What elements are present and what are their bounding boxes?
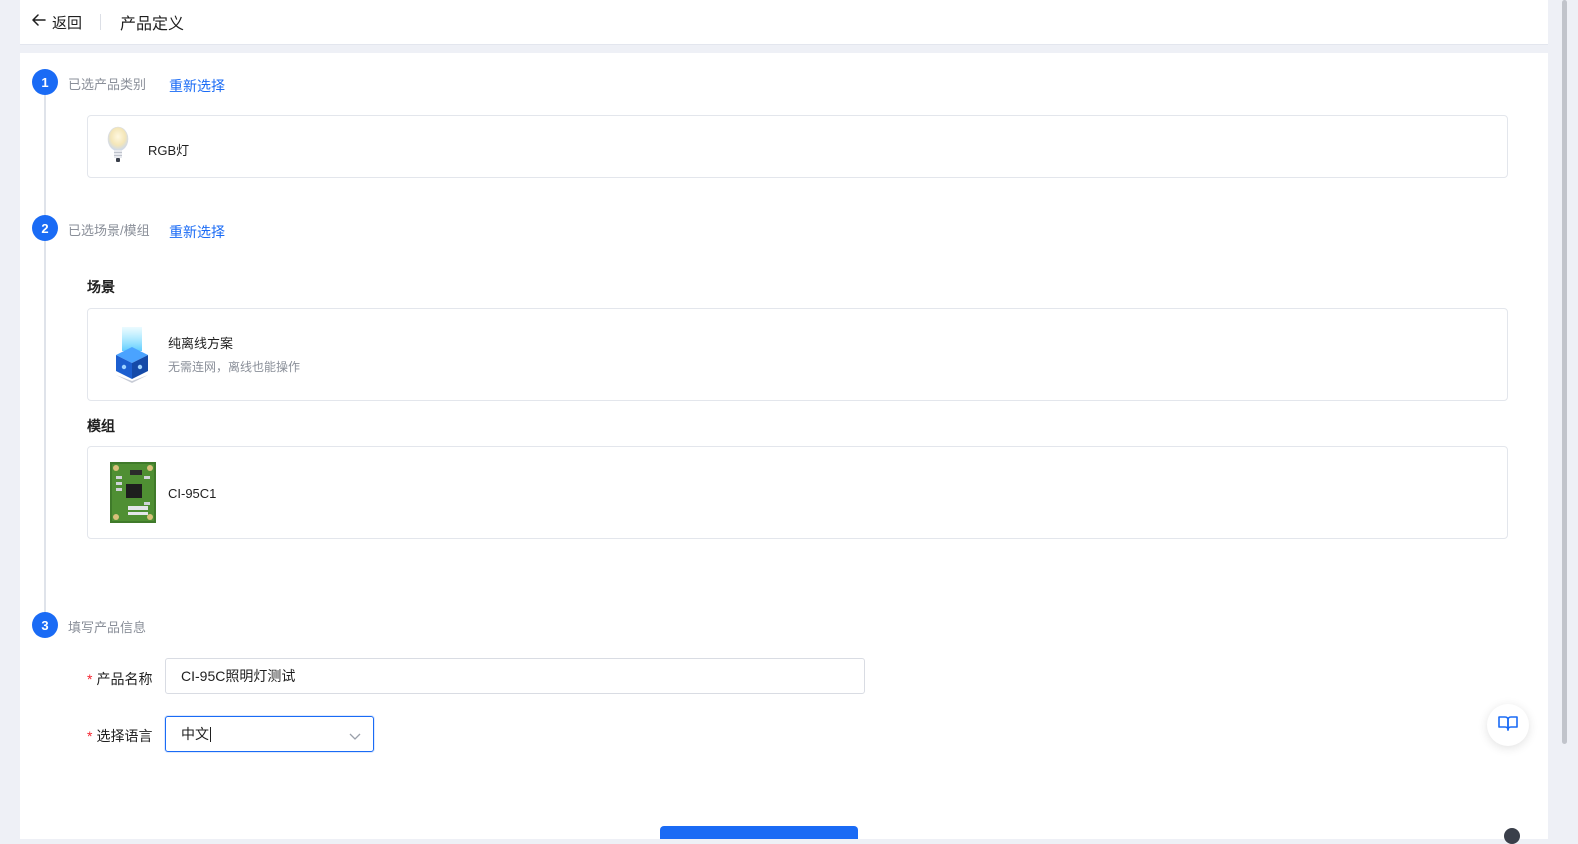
top-bar: 返回 产品定义 — [20, 0, 1548, 45]
book-icon — [1498, 715, 1518, 736]
step-3-badge: 3 — [32, 612, 58, 638]
pcb-module-icon — [110, 462, 156, 528]
divider — [100, 14, 102, 30]
product-name-value: CI-95C照明灯测试 — [181, 668, 296, 684]
vertical-scrollbar[interactable] — [1562, 0, 1567, 744]
step-2-badge: 2 — [32, 215, 58, 241]
language-label: * 选择语言 — [87, 728, 153, 744]
chevron-down-icon — [349, 728, 361, 744]
language-select[interactable]: 中文 — [165, 716, 374, 752]
step-1-label: 已选产品类别 — [68, 77, 147, 92]
step-2-label: 已选场景/模组 — [68, 223, 150, 238]
language-value: 中文 — [181, 726, 209, 742]
arrow-left-icon — [32, 14, 46, 30]
light-bulb-icon — [106, 126, 130, 171]
module-name: CI-95C1 — [168, 486, 217, 501]
offline-cube-icon — [114, 325, 150, 390]
submit-button[interactable] — [660, 826, 858, 839]
category-card: RGB灯 — [87, 115, 1508, 178]
category-name: RGB灯 — [148, 143, 190, 158]
scene-heading: 场景 — [87, 279, 115, 295]
product-name-label: * 产品名称 — [87, 671, 153, 687]
scene-title: 纯离线方案 — [168, 336, 234, 351]
scene-description: 无需连网，离线也能操作 — [168, 360, 301, 374]
scene-card: 纯离线方案 无需连网，离线也能操作 — [87, 308, 1508, 401]
docs-floating-button[interactable] — [1487, 704, 1529, 746]
help-icon[interactable] — [1504, 828, 1520, 844]
main-content: 1 已选产品类别 重新选择 RGB灯 2 已选场景/模组 重新选择 场景 纯离线… — [20, 53, 1548, 839]
page-title: 产品定义 — [120, 16, 185, 33]
module-heading: 模组 — [87, 418, 115, 434]
timeline-line — [44, 83, 46, 623]
required-mark: * — [87, 728, 93, 744]
step-3-label: 填写产品信息 — [68, 620, 147, 635]
reselect-category-link[interactable]: 重新选择 — [169, 76, 225, 96]
step-1-badge: 1 — [32, 69, 58, 95]
back-label: 返回 — [52, 14, 83, 32]
module-card: CI-95C1 — [87, 446, 1508, 539]
reselect-scene-link[interactable]: 重新选择 — [169, 222, 225, 242]
required-mark: * — [87, 671, 93, 687]
back-button[interactable]: 返回 — [32, 12, 82, 33]
text-caret — [210, 726, 211, 742]
product-name-input[interactable]: CI-95C照明灯测试 — [165, 658, 865, 694]
